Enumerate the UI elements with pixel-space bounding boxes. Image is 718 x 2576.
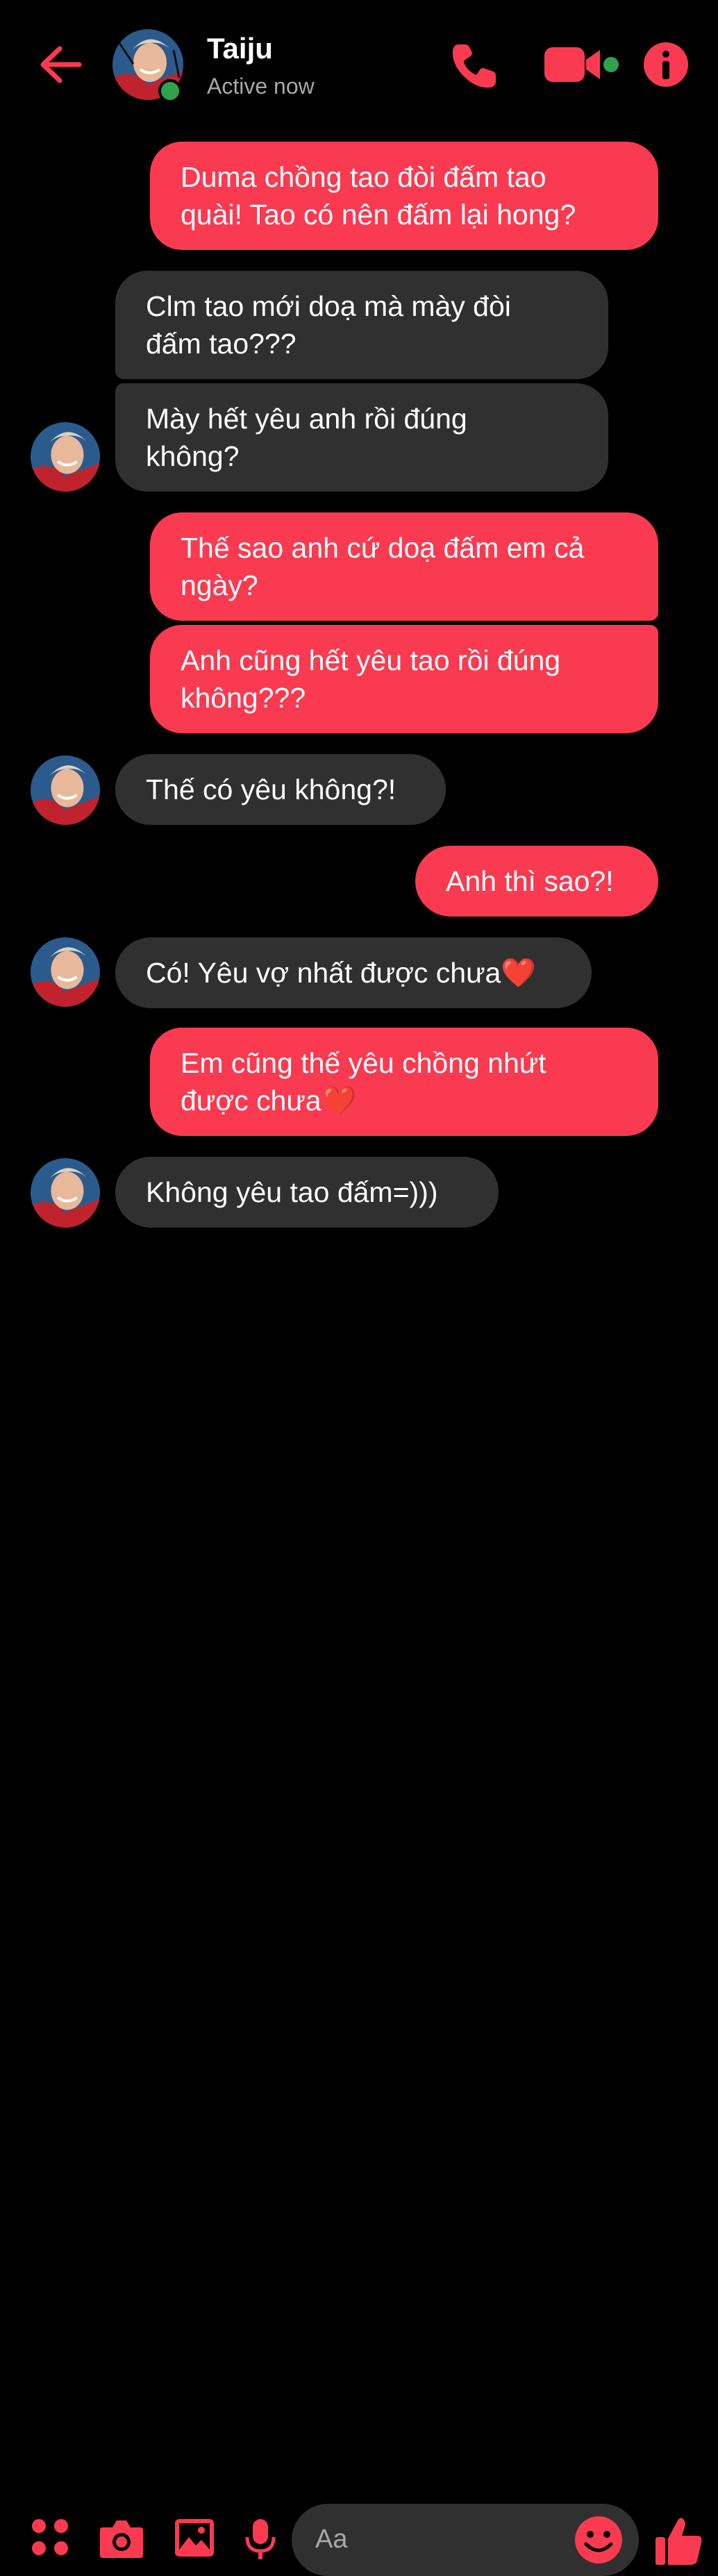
message-bubble[interactable]: Em cũng thế yêu chồng nhứt được chưa❤️ [150, 1028, 658, 1136]
info-icon[interactable] [642, 40, 690, 89]
contact-avatar-small[interactable] [31, 937, 100, 1007]
message-bubble[interactable]: Thế có yêu không?! [115, 754, 446, 825]
message-bubble[interactable]: Clm tao mới doạ mà mày đòi đấm tao??? [115, 271, 608, 379]
message-bubble[interactable]: Mày hết yêu anh rồi đúng không? [115, 383, 608, 492]
contact-name[interactable]: Taiju [207, 32, 273, 65]
video-camera-icon[interactable] [542, 40, 622, 89]
message-bubble[interactable]: Không yêu tao đấm=))) [115, 1157, 499, 1228]
message-bubble[interactable]: Anh thì sao?! [415, 846, 658, 917]
emoji-icon[interactable] [574, 2515, 624, 2565]
contact-status: Active now [207, 74, 315, 99]
message-bubble[interactable]: Thế sao anh cứ doạ đấm em cả ngày? [150, 512, 658, 621]
contact-avatar-small[interactable] [31, 1158, 100, 1228]
contact-avatar-small[interactable] [31, 755, 100, 825]
menu-dots-icon[interactable] [31, 2518, 69, 2557]
composer-bar: Aa [0, 1250, 718, 2576]
message-input-placeholder: Aa [315, 2525, 348, 2554]
online-indicator [158, 79, 182, 103]
image-icon[interactable] [174, 2518, 215, 2558]
phone-icon[interactable] [449, 40, 500, 92]
contact-avatar-small[interactable] [31, 422, 100, 492]
message-bubble[interactable]: Anh cũng hết yêu tao rồi đúng không??? [150, 625, 658, 733]
message-bubble[interactable]: Duma chồng tao đòi đấm tao quài! Tao có … [150, 142, 658, 250]
chat-header: Taiju Active now [0, 0, 718, 132]
thumbs-up-icon[interactable] [654, 2515, 704, 2566]
microphone-icon[interactable] [244, 2518, 276, 2561]
back-arrow-icon[interactable] [36, 40, 85, 89]
message-bubble[interactable]: Có! Yêu vợ nhất được chưa❤️ [115, 937, 592, 1008]
camera-icon[interactable] [99, 2518, 144, 2559]
